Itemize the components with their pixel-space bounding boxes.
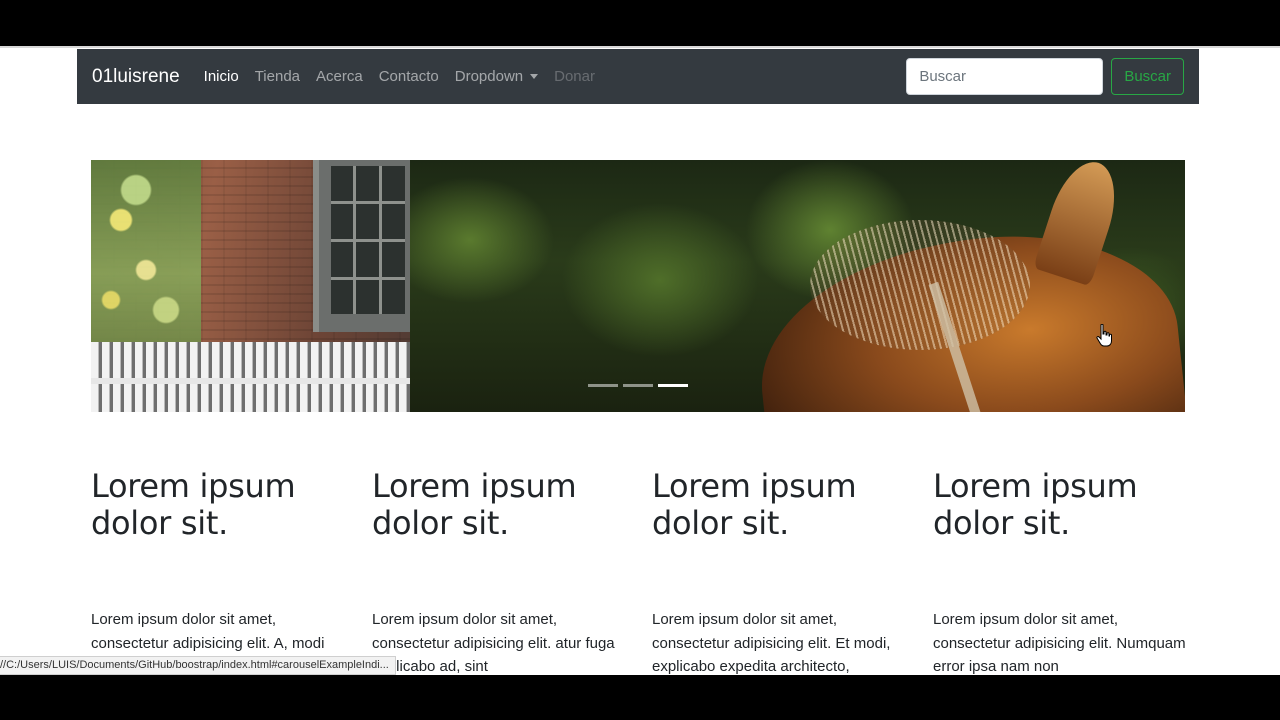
nav-link-inicio[interactable]: Inicio <box>196 68 247 85</box>
nav-link-acerca[interactable]: Acerca <box>308 68 371 85</box>
column-2: Lorem ipsum dolor sit. Lorem ipsum dolor… <box>372 467 627 676</box>
column-4: Lorem ipsum dolor sit. Lorem ipsum dolor… <box>933 467 1188 676</box>
column-1: Lorem ipsum dolor sit. Lorem ipsum dolor… <box>91 467 346 652</box>
column-text: Lorem ipsum dolor sit amet, consectetur … <box>933 611 1186 675</box>
status-bar-url: //C:/Users/LUIS/Documents/GitHub/boostra… <box>0 656 396 675</box>
nav-dropdown-label: Dropdown <box>454 68 524 85</box>
horse-image <box>748 160 1185 412</box>
column-title: Lorem ipsum dolor sit. <box>372 467 577 542</box>
column-title: Lorem ipsum dolor sit. <box>91 467 296 542</box>
video-top-letterbox <box>0 0 1280 46</box>
carousel-indicator-1[interactable] <box>588 384 618 387</box>
nav-link-contacto[interactable]: Contacto <box>371 68 447 85</box>
navbar: 01luisrene Inicio Tienda Acerca Contacto… <box>77 49 1199 104</box>
carousel-indicators <box>588 384 688 387</box>
nav-link-tienda[interactable]: Tienda <box>247 68 308 85</box>
nav-links: Inicio Tienda Acerca Contacto Dropdown D… <box>196 68 603 85</box>
caret-down-icon <box>530 74 539 79</box>
flowers-image <box>91 160 201 350</box>
carousel-slide-previous <box>91 160 410 412</box>
carousel-indicator-3[interactable] <box>658 384 688 387</box>
search-button[interactable]: Buscar <box>1111 58 1184 95</box>
carousel-slide-active <box>410 160 1185 412</box>
navbar-brand[interactable]: 01luisrene <box>92 66 180 88</box>
nav-dropdown-toggle[interactable]: Dropdown <box>447 68 546 85</box>
hand-cursor-icon <box>1096 324 1112 347</box>
fence-image <box>91 342 410 412</box>
carousel[interactable] <box>91 160 1185 412</box>
column-3: Lorem ipsum dolor sit. Lorem ipsum dolor… <box>652 467 907 676</box>
column-text: Lorem ipsum dolor sit amet, consectetur … <box>652 611 891 675</box>
column-title: Lorem ipsum dolor sit. <box>933 467 1138 542</box>
column-title: Lorem ipsum dolor sit. <box>652 467 857 542</box>
carousel-indicator-2[interactable] <box>623 384 653 387</box>
nav-link-donar: Donar <box>554 68 595 85</box>
window-image <box>313 160 410 332</box>
search-input[interactable] <box>906 58 1104 95</box>
browser-viewport: 01luisrene Inicio Tienda Acerca Contacto… <box>0 46 1280 675</box>
search-form: Buscar <box>906 58 1184 95</box>
column-text: Lorem ipsum dolor sit amet, consectetur … <box>372 611 615 675</box>
column-text: Lorem ipsum dolor sit amet, consectetur … <box>91 611 325 652</box>
video-bottom-letterbox <box>0 675 1280 720</box>
